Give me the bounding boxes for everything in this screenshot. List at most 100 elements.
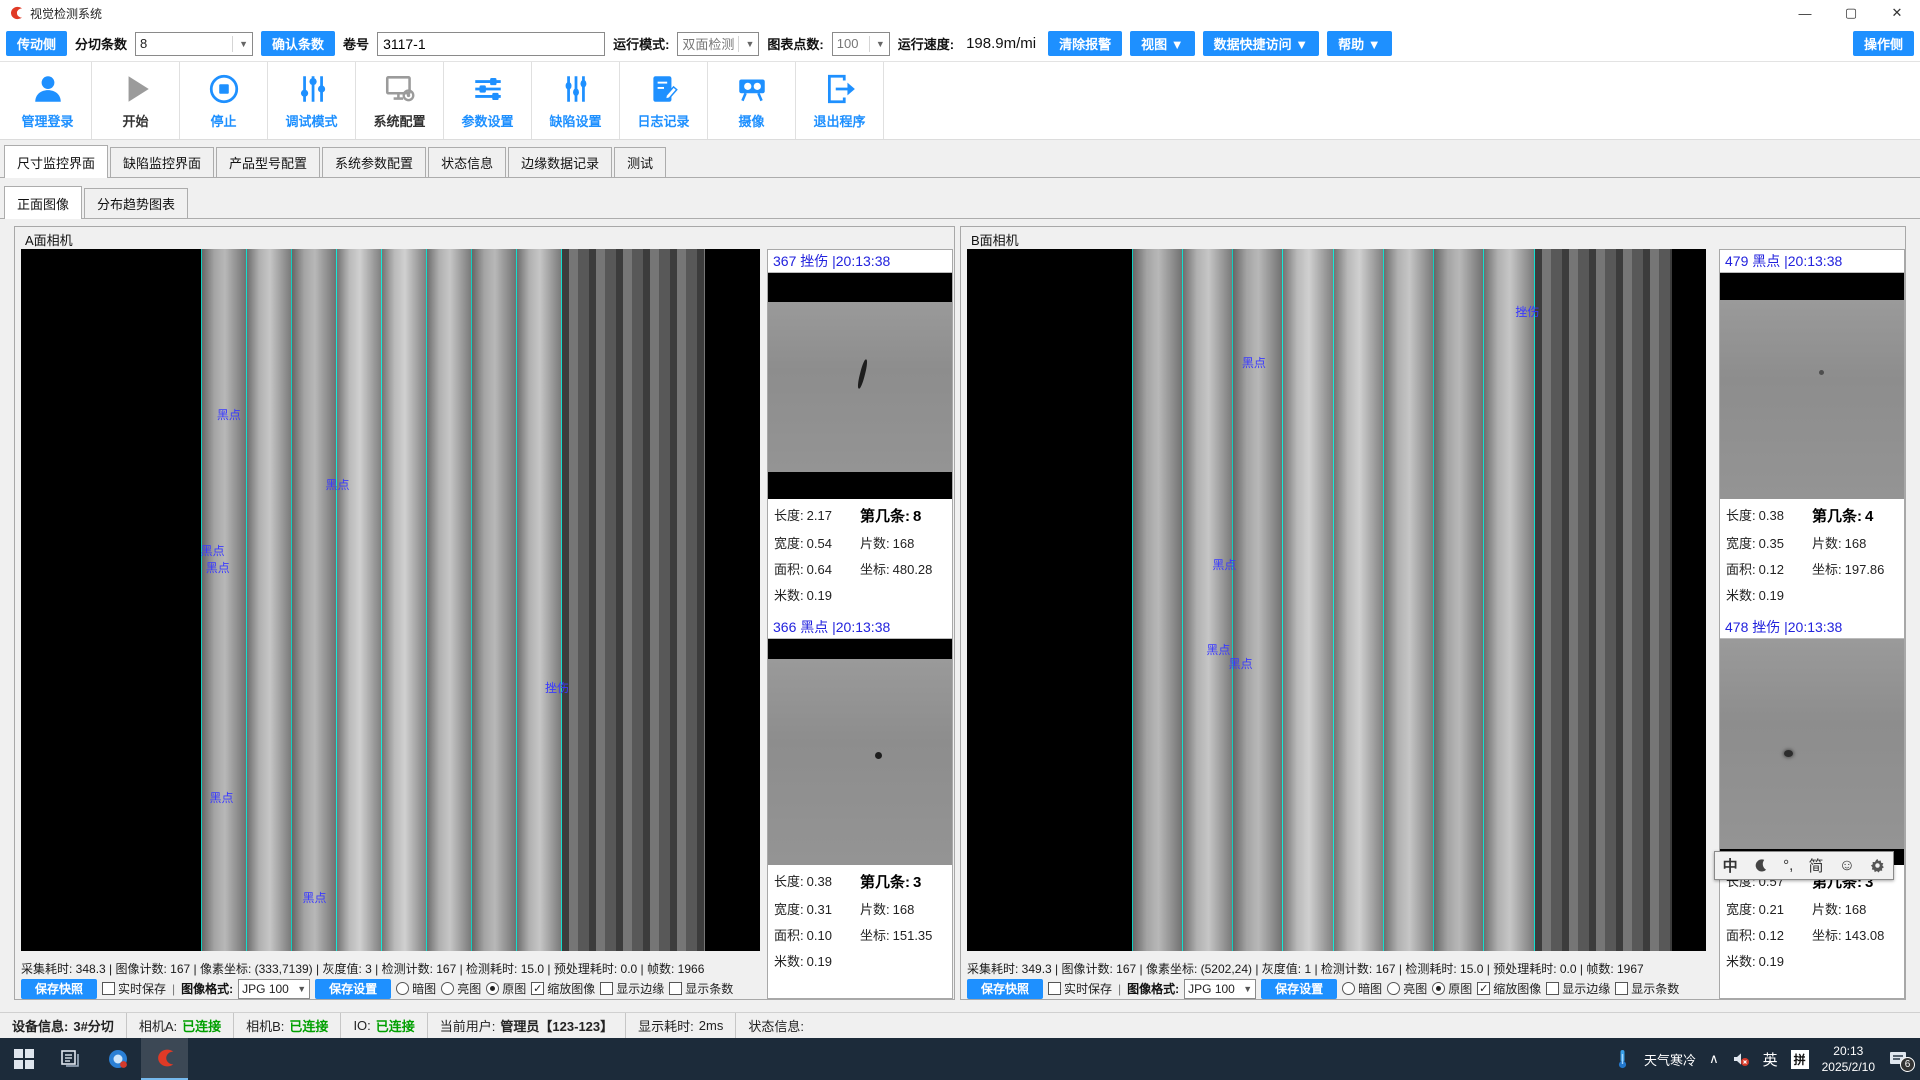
original-image-radio[interactable]: 原图 (486, 980, 526, 997)
moon-icon[interactable] (1753, 858, 1768, 873)
tray-expand-chevron[interactable]: ∧ (1709, 1051, 1719, 1067)
system-tray: 天气寒冷 ∧ 英 拼 20:13 2025/2/10 6 (1614, 1038, 1920, 1080)
admin-login-button[interactable]: 管理登录 (4, 62, 92, 139)
roll-number-input[interactable] (377, 32, 605, 56)
dark-image-radio[interactable]: 暗图 (396, 980, 436, 997)
start-button[interactable] (0, 1038, 47, 1080)
parameter-settings-button[interactable]: 参数设置 (444, 62, 532, 139)
ime-punctuation-toggle[interactable]: °, (1783, 857, 1793, 874)
status-bar: 设备信息:3#分切 相机A:已连接 相机B:已连接 IO:已连接 当前用户:管理… (0, 1012, 1920, 1038)
save-settings-button[interactable]: 保存设置 (1261, 979, 1337, 999)
vision-app-button[interactable] (141, 1038, 188, 1080)
tab-sub-1[interactable]: 分布趋势图表 (84, 188, 188, 219)
zoom-image-checkbox[interactable]: ✓缩放图像 (1477, 980, 1541, 997)
tab-main-4[interactable]: 状态信息 (428, 147, 506, 178)
app-logo-icon (8, 5, 24, 21)
ime-mode-toggle[interactable]: 中 (1723, 855, 1738, 876)
show-count-checkbox[interactable]: 显示条数 (1615, 980, 1679, 997)
chevron-down-icon: ▼ (738, 36, 754, 52)
bright-image-radio[interactable]: 亮图 (441, 980, 481, 997)
defect-label: 挫伤 (545, 679, 569, 696)
debug-mode-button[interactable]: 调试模式 (268, 62, 356, 139)
tab-main-2[interactable]: 产品型号配置 (216, 147, 320, 178)
chart-points-combo[interactable]: 100▼ (832, 32, 890, 56)
thermometer-icon[interactable] (1614, 1049, 1631, 1069)
defect-panel-b: 479 黑点 |20:13:38 长度:0.38 第几条:4 宽度:0.35 片… (1719, 249, 1905, 999)
sub-tabs-underline (0, 218, 1920, 219)
defect-overlay-b: 挫伤黑点黑点黑点黑点 (967, 249, 1706, 951)
defect-label: 黑点 (209, 789, 233, 806)
ime-language-indicator[interactable]: 英 (1763, 1049, 1778, 1070)
weather-text[interactable]: 天气寒冷 (1644, 1050, 1696, 1069)
app-logo-icon (154, 1047, 176, 1069)
camera-button[interactable]: 摄像 (708, 62, 796, 139)
camera-a-panel: A面相机 黑点黑点黑点黑点挫伤黑点黑点 367 挫伤 |20:13:38 长度:… (14, 226, 955, 1000)
task-view-icon (60, 1048, 82, 1070)
drive-side-button[interactable]: 传动侧 (6, 31, 67, 56)
show-edge-checkbox[interactable]: 显示边缘 (1546, 980, 1610, 997)
save-snapshot-button[interactable]: 保存快照 (21, 979, 97, 999)
clear-alarm-button[interactable]: 清除报警 (1048, 31, 1122, 56)
tab-main-6[interactable]: 测试 (614, 147, 666, 178)
realtime-save-checkbox[interactable]: 实时保存 (1048, 980, 1112, 997)
image-format-combo[interactable]: JPG 100▼ (238, 979, 310, 999)
original-image-radio[interactable]: 原图 (1432, 980, 1472, 997)
dark-image-radio[interactable]: 暗图 (1342, 980, 1382, 997)
minimize-button[interactable]: — (1782, 0, 1828, 26)
system-config-button[interactable]: 系统配置 (356, 62, 444, 139)
defect-label: 黑点 (217, 406, 241, 423)
tab-main-5[interactable]: 边缘数据记录 (508, 147, 612, 178)
save-snapshot-button[interactable]: 保存快照 (967, 979, 1043, 999)
defect-thumbnail (1720, 273, 1904, 499)
view-menu-button[interactable]: 视图 ▼ (1130, 31, 1194, 56)
chevron-down-icon: ▼ (869, 36, 885, 52)
zoom-image-checkbox[interactable]: ✓缩放图像 (531, 980, 595, 997)
show-edge-checkbox[interactable]: 显示边缘 (600, 980, 664, 997)
start-button[interactable]: 开始 (92, 62, 180, 139)
sliders-vertical-icon (559, 72, 593, 106)
tab-main-1[interactable]: 缺陷监控界面 (110, 147, 214, 178)
slit-count-combo[interactable]: 8▼ (135, 32, 253, 56)
emoji-icon[interactable]: ☺ (1839, 857, 1855, 875)
bright-image-radio[interactable]: 亮图 (1387, 980, 1427, 997)
chart-points-label: 图表点数: (767, 34, 823, 53)
chevron-down-icon: ▼ (232, 36, 248, 52)
top-toolbar: 传动侧 分切条数 8▼ 确认条数 卷号 运行模式: 双面检测▼ 图表点数: 10… (0, 26, 1920, 62)
pinned-app-button[interactable] (94, 1038, 141, 1080)
stop-button[interactable]: 停止 (180, 62, 268, 139)
confirm-count-button[interactable]: 确认条数 (261, 31, 335, 56)
task-view-button[interactable] (47, 1038, 94, 1080)
ime-pinyin-indicator[interactable]: 拼 (1791, 1050, 1809, 1069)
run-speed-value: 198.9m/mi (962, 35, 1040, 52)
image-format-label: 图像格式: (181, 980, 233, 997)
defect-thumbnail (768, 273, 952, 499)
tab-sub-0[interactable]: 正面图像 (4, 186, 82, 219)
camera-a-status-line: 采集耗时: 348.3 | 图像计数: 167 | 像素坐标: (333,713… (21, 960, 761, 977)
defect-settings-button[interactable]: 缺陷设置 (532, 62, 620, 139)
log-record-button[interactable]: 日志记录 (620, 62, 708, 139)
tab-main-0[interactable]: 尺寸监控界面 (4, 145, 108, 178)
help-menu-button[interactable]: 帮助 ▼ (1327, 31, 1391, 56)
notification-center-button[interactable]: 6 (1888, 1050, 1908, 1068)
ime-toolbar: 中 °, 简 ☺ (1714, 851, 1894, 880)
volume-muted-icon[interactable] (1732, 1050, 1750, 1068)
save-settings-button[interactable]: 保存设置 (315, 979, 391, 999)
maximize-button[interactable]: ▢ (1828, 0, 1874, 26)
operate-side-button[interactable]: 操作侧 (1853, 31, 1914, 56)
quick-access-menu-button[interactable]: 数据快捷访问 ▼ (1203, 31, 1319, 56)
tab-main-3[interactable]: 系统参数配置 (322, 147, 426, 178)
taskbar-clock[interactable]: 20:13 2025/2/10 (1822, 1043, 1875, 1075)
defect-header: 366 黑点 |20:13:38 (768, 616, 952, 639)
gear-icon[interactable] (1870, 858, 1885, 873)
defect-label: 黑点 (1206, 641, 1230, 658)
defect-label: 黑点 (1242, 354, 1266, 371)
defect-header: 367 挫伤 |20:13:38 (768, 250, 952, 273)
ime-simplified-toggle[interactable]: 简 (1809, 855, 1824, 876)
run-mode-combo[interactable]: 双面检测▼ (677, 32, 759, 56)
image-format-combo[interactable]: JPG 100▼ (1184, 979, 1256, 999)
exit-program-button[interactable]: 退出程序 (796, 62, 884, 139)
show-count-checkbox[interactable]: 显示条数 (669, 980, 733, 997)
close-button[interactable]: ✕ (1874, 0, 1920, 26)
defect-header: 479 黑点 |20:13:38 (1720, 250, 1904, 273)
realtime-save-checkbox[interactable]: 实时保存 (102, 980, 166, 997)
